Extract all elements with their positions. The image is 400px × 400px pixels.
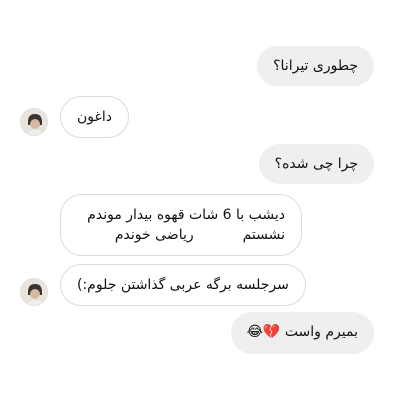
avatar-photo-icon — [21, 279, 47, 305]
message-text: سرجلسه برگه عربی گذاشتن جلوم:) — [77, 277, 289, 293]
message-incoming[interactable]: دیشب با 6 شات قهوه بیدار موندم نشستم ریا… — [60, 194, 302, 256]
message-outgoing[interactable]: چطوری تیرانا؟ — [257, 46, 374, 86]
sender-avatar[interactable] — [20, 278, 48, 306]
message-incoming[interactable]: داغون — [60, 96, 129, 138]
message-text: بمیرم واست — [284, 324, 358, 340]
message-text: چطوری تیرانا؟ — [273, 58, 358, 74]
chat-thread: چطوری تیرانا؟ داغون چرا چی شده؟ دیشب با … — [0, 0, 400, 400]
message-text: چرا چی شده؟ — [274, 156, 358, 172]
laughing-broken-heart-emoji-icon: 😂💔 — [246, 324, 281, 340]
message-incoming[interactable]: سرجلسه برگه عربی گذاشتن جلوم:) — [60, 264, 306, 306]
message-text: داغون — [77, 109, 112, 125]
message-text-line: دیشب با 6 شات قهوه بیدار موندم — [87, 207, 285, 223]
message-outgoing[interactable]: چرا چی شده؟ — [258, 144, 374, 184]
message-text-line: نشستم ریاضی خوندم — [114, 227, 285, 243]
sender-avatar[interactable] — [20, 108, 48, 136]
message-outgoing[interactable]: بمیرم واست 😂💔 — [230, 312, 374, 354]
avatar-photo-icon — [21, 109, 47, 135]
